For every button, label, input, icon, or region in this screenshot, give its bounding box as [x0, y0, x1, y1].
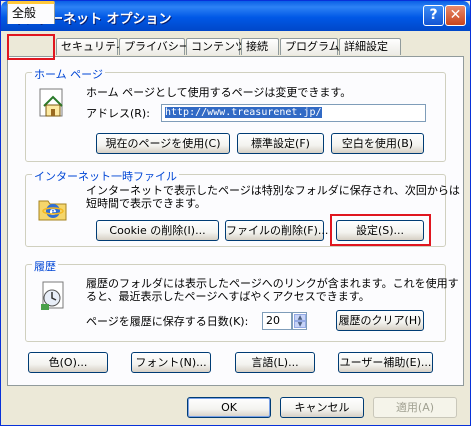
fonts-button[interactable]: フォント(N)... — [131, 352, 211, 373]
delete-cookies-button[interactable]: Cookie の削除(I)... — [96, 220, 219, 241]
home-page-legend: ホーム ページ — [32, 66, 105, 82]
delete-files-button[interactable]: ファイルの削除(F)... — [225, 220, 328, 241]
spinner-up-icon[interactable]: ▲ — [294, 314, 306, 321]
tab-connections[interactable]: 接続 — [241, 38, 279, 55]
help-button[interactable]: ? — [423, 5, 444, 26]
svg-text:e: e — [50, 205, 57, 218]
use-default-button[interactable]: 標準設定(F) — [237, 133, 324, 154]
history-description-2: ると、最近表示したページへすばやくアクセスできます。 — [86, 290, 370, 303]
temp-files-description-1: インターネットで表示したページは特別なフォルダに保存され、次回からは — [86, 184, 460, 197]
languages-button[interactable]: 言語(L)... — [235, 352, 315, 373]
home-address-value: http://www.treasurenet.jp/ — [165, 107, 322, 118]
spinner-down-icon[interactable]: ▼ — [294, 321, 306, 328]
clear-history-button[interactable]: 履歴のクリア(H) — [336, 310, 424, 331]
home-address-input[interactable]: http://www.treasurenet.jp/ — [161, 104, 426, 122]
home-page-description: ホーム ページとして使用するページは変更できます。 — [86, 86, 352, 99]
temp-files-description-2: 短時間で表示できます。 — [86, 197, 206, 210]
title-bar[interactable]: インターネット オプション ? ✕ — [1, 1, 470, 31]
tab-privacy[interactable]: プライバシー — [119, 38, 190, 55]
history-icon — [41, 281, 64, 310]
history-description-1: 履歴のフォルダには表示したページへのリンクが含まれます。これを使用す — [86, 277, 459, 290]
settings-button[interactable]: 設定(S)... — [336, 220, 424, 241]
apply-button[interactable]: 適用(A) — [373, 397, 457, 418]
use-current-button[interactable]: 現在のページを使用(C) — [96, 133, 230, 154]
history-days-label: ページを履歴に保存する日数(K): — [86, 315, 249, 328]
history-days-spinner[interactable]: ▲ ▼ — [292, 312, 307, 330]
general-panel: ホーム ページ ホーム ページとして使用するページは変更できます。 アドレス(R… — [7, 56, 464, 386]
close-button[interactable]: ✕ — [445, 5, 466, 26]
use-blank-button[interactable]: 空白を使用(B) — [331, 133, 424, 154]
internet-options-dialog: インターネット オプション ? ✕ 全般 セキュリティ プライバシー コンテンツ… — [0, 0, 471, 426]
accessibility-button[interactable]: ユーザー補助(E)... — [338, 352, 433, 373]
temp-files-legend: インターネット一時ファイル — [32, 168, 179, 184]
tab-content[interactable]: コンテンツ — [186, 38, 246, 55]
ok-button[interactable]: OK — [187, 397, 271, 418]
cancel-button[interactable]: キャンセル — [280, 397, 364, 418]
ie-folder-icon: e — [38, 200, 67, 221]
home-icon — [39, 88, 63, 117]
tab-advanced[interactable]: 詳細設定 — [339, 38, 401, 55]
address-label: アドレス(R): — [86, 107, 150, 120]
colors-button[interactable]: 色(O)... — [28, 352, 108, 373]
tab-security[interactable]: セキュリティ — [56, 38, 126, 55]
history-days-input[interactable]: 20 — [262, 312, 292, 330]
tab-general[interactable]: 全般 — [7, 1, 55, 24]
tab-programs[interactable]: プログラム — [280, 38, 340, 55]
history-legend: 履歴 — [32, 258, 58, 274]
